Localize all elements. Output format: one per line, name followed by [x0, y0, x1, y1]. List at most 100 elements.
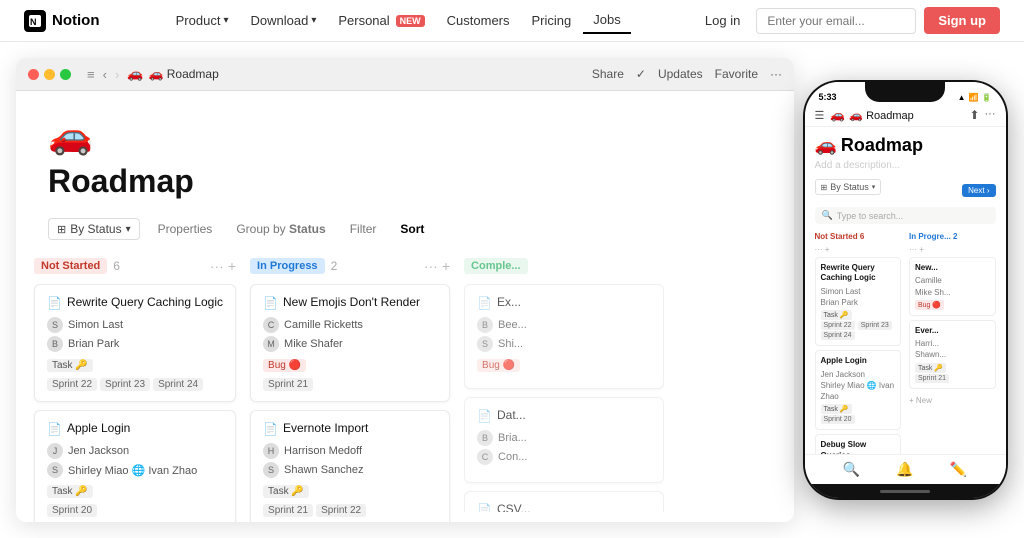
- filter-button[interactable]: Filter: [344, 219, 383, 239]
- signup-button[interactable]: Sign up: [924, 7, 1000, 34]
- tag-task: Task 🔑: [263, 485, 309, 498]
- card-dat[interactable]: 📄Dat... BBria... CCon...: [464, 397, 664, 483]
- nav-item-pricing[interactable]: Pricing: [522, 8, 582, 33]
- minimize-dot[interactable]: [44, 69, 55, 80]
- card-csv[interactable]: 📄CSV... BBria... BBria...: [464, 491, 664, 512]
- col-header-complete: Comple...: [464, 256, 664, 276]
- card-sprints: Sprint 20: [47, 504, 223, 517]
- phone-tag-task: Task 🔑: [821, 310, 852, 320]
- phone-search[interactable]: 🔍 Type to search...: [815, 207, 996, 224]
- kanban-board: Not Started 6 ··· + 📄 Rewrite Query Cach…: [16, 246, 794, 522]
- browser-title-text: 🚗 Roadmap: [148, 67, 218, 81]
- group-by-button[interactable]: Group by Status: [230, 219, 331, 239]
- doc-icon: 📄: [477, 503, 492, 512]
- assignee-shirley-ivan: S Shirley Miao 🌐 Ivan Zhao: [47, 462, 223, 478]
- card-assignees: BBria... CCon...: [477, 430, 651, 465]
- phone-notch: [865, 80, 945, 102]
- assignee-name: Brian Park: [68, 338, 119, 350]
- notion-logo-text: Notion: [52, 12, 99, 29]
- col-more-icon[interactable]: ···: [424, 258, 438, 274]
- nav-item-jobs[interactable]: Jobs: [583, 7, 630, 34]
- browser-title-emoji: 🚗: [127, 66, 143, 82]
- assignee-name: Harrison Medoff: [284, 445, 362, 457]
- col-header-not-started: Not Started 6 ··· +: [34, 256, 236, 276]
- phone-description[interactable]: Add a description...: [815, 160, 996, 171]
- more-options-icon[interactable]: ···: [770, 67, 782, 81]
- phone-card-5[interactable]: Ever... Harri...Shawn... Task 🔑 Sprint 2…: [909, 320, 996, 389]
- phone-compose-icon[interactable]: ✏️: [950, 461, 967, 478]
- updates-button[interactable]: Updates: [658, 67, 703, 81]
- phone-next-button[interactable]: Next ›: [962, 184, 995, 197]
- assignee-name: Shirley Miao 🌐 Ivan Zhao: [68, 464, 197, 477]
- phone-wrapper: 5:33 ▲ 📶 🔋 ☰ 🚗 🚗 Roadmap ⬆: [794, 42, 1024, 538]
- col-more-icon[interactable]: ···: [210, 258, 224, 274]
- nav-item-customers[interactable]: Customers: [437, 8, 520, 33]
- card-sprints: Sprint 21 Sprint 22: [263, 504, 437, 517]
- nav-item-download[interactable]: Download ▾: [240, 8, 326, 33]
- phone-more-icon[interactable]: ···: [985, 108, 996, 122]
- nav-item-personal[interactable]: Personal NEW: [328, 8, 434, 33]
- phone-nav-title: 🚗 🚗 Roadmap: [830, 108, 963, 122]
- hamburger-icon[interactable]: ≡: [87, 67, 95, 82]
- nav-logo[interactable]: N Notion: [24, 10, 99, 32]
- assignee-brian: B Brian Park: [47, 336, 223, 352]
- assignee-name: Simon Last: [68, 319, 123, 331]
- card-assignees: S Simon Last B Brian Park: [47, 317, 223, 352]
- phone-search-placeholder: Type to search...: [837, 211, 904, 221]
- phone-card-4[interactable]: New... CamilleMike Sh... Bug 🔴: [909, 257, 996, 316]
- card-rewrite-query[interactable]: 📄 Rewrite Query Caching Logic S Simon La…: [34, 284, 236, 402]
- sprint-tag: Sprint 21: [263, 378, 313, 391]
- sprint-tag: Sprint 20: [47, 504, 97, 517]
- home-line: [880, 490, 930, 493]
- maximize-dot[interactable]: [60, 69, 71, 80]
- phone-view-icon: ⊞: [821, 183, 828, 192]
- avatar-camille: C: [263, 317, 279, 333]
- phone-tag-bug: Bug 🔴: [915, 300, 944, 310]
- login-button[interactable]: Log in: [697, 8, 748, 33]
- phone-new-button-2[interactable]: + New: [909, 393, 996, 408]
- phone-card-1[interactable]: Rewrite Query Caching Logic Simon LastBr…: [815, 257, 902, 346]
- card-assignees: J Jen Jackson S Shirley Miao 🌐 Ivan Zhao: [47, 443, 223, 478]
- phone-time: 5:33: [819, 92, 837, 102]
- avatar: S: [477, 336, 493, 352]
- chevron-down-icon: ▾: [311, 15, 316, 26]
- col-count-in-progress: 2: [331, 259, 338, 273]
- properties-button[interactable]: Properties: [152, 219, 219, 239]
- phone-card-3[interactable]: Debug Slow Queries Shirley Miao: [815, 434, 902, 454]
- phone-bell-icon[interactable]: 🔔: [896, 461, 913, 478]
- page-emoji: 🚗: [48, 115, 762, 157]
- sort-button[interactable]: Sort: [394, 219, 430, 239]
- close-dot[interactable]: [28, 69, 39, 80]
- email-input[interactable]: [756, 8, 916, 34]
- card-evernote[interactable]: 📄 Evernote Import H Harrison Medoff S Sh…: [250, 410, 450, 522]
- phone-share-icon[interactable]: ⬆: [969, 108, 979, 122]
- card-ex[interactable]: 📄Ex... BBee... SShi... Bug 🔴: [464, 284, 664, 389]
- card-apple-login[interactable]: 📄 Apple Login J Jen Jackson S Shirley Mi…: [34, 410, 236, 522]
- avatar-shawn: S: [263, 462, 279, 478]
- view-by-status-button[interactable]: ⊞ By Status ▾: [48, 218, 140, 240]
- avatar-simon: S: [47, 317, 63, 333]
- phone-kanban: Not Started 6 ··· + Rewrite Query Cachin…: [815, 232, 996, 454]
- doc-icon: 📄: [477, 409, 492, 423]
- back-icon[interactable]: ‹: [103, 67, 107, 82]
- card-assignees: C Camille Ricketts M Mike Shafer: [263, 317, 437, 352]
- col-add-icon[interactable]: +: [442, 258, 450, 274]
- phone-menu-icon[interactable]: ☰: [815, 109, 825, 122]
- phone-col-header-in-progress: In Progre... 2: [909, 232, 996, 241]
- nav-item-product[interactable]: Product ▾: [166, 8, 239, 33]
- phone-screen: 5:33 ▲ 📶 🔋 ☰ 🚗 🚗 Roadmap ⬆: [805, 82, 1006, 498]
- favorite-button[interactable]: Favorite: [715, 67, 758, 81]
- phone-search-bottom-icon[interactable]: 🔍: [843, 461, 860, 478]
- phone-content: 🚗 Roadmap Add a description... ⊞ By Stat…: [805, 127, 1006, 454]
- card-emojis[interactable]: 📄 New Emojis Don't Render C Camille Rick…: [250, 284, 450, 402]
- phone-home-indicator: [805, 484, 1006, 498]
- phone-view-button[interactable]: ⊞ By Status ▾: [815, 179, 882, 195]
- navbar: N Notion Product ▾ Download ▾ Personal N…: [0, 0, 1024, 42]
- card-tags: Task 🔑: [47, 359, 223, 372]
- phone-col-add-in-progress[interactable]: ··· +: [909, 245, 924, 254]
- col-add-icon[interactable]: +: [228, 258, 236, 274]
- phone-card-2[interactable]: Apple Login Jen JacksonShirley Miao 🌐 Iv…: [815, 350, 902, 430]
- share-button[interactable]: Share: [592, 67, 624, 81]
- forward-icon[interactable]: ›: [115, 67, 119, 82]
- phone-col-add-not-started[interactable]: ··· +: [815, 245, 830, 254]
